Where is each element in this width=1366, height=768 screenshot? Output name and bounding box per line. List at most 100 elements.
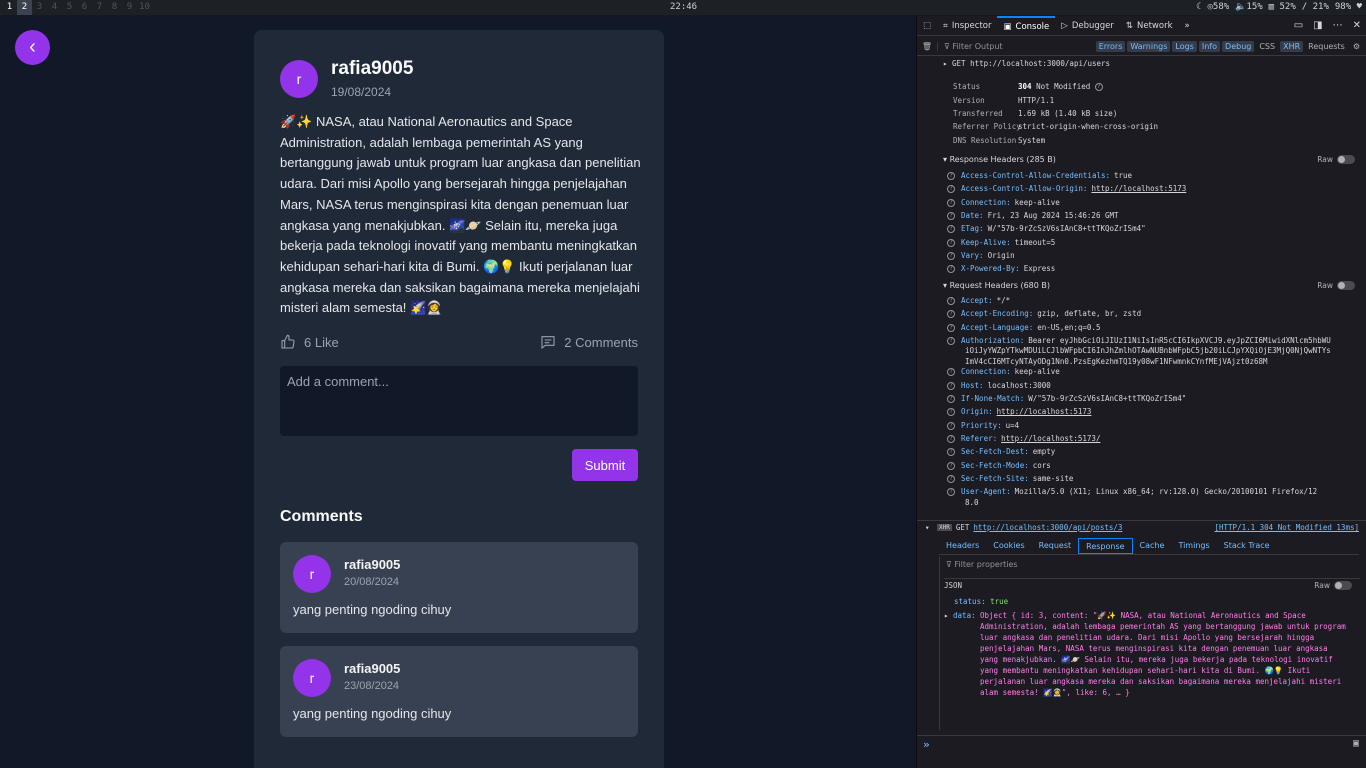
element-picker-icon[interactable]: ⬚ bbox=[917, 16, 937, 36]
help-icon[interactable]: ? bbox=[947, 421, 955, 430]
workspace-3[interactable]: 3 bbox=[32, 0, 47, 15]
help-icon[interactable]: ? bbox=[947, 310, 955, 319]
responsive-mode-icon[interactable]: ▭ bbox=[1294, 20, 1303, 31]
filter-logs[interactable]: Logs bbox=[1172, 40, 1197, 52]
json-data-line: Administration, adalah lembaga pemerinta… bbox=[980, 622, 1346, 631]
help-icon[interactable]: ? bbox=[947, 265, 955, 274]
xhr-request-row[interactable]: ▾ XHR GET http://localhost:3000/api/post… bbox=[917, 520, 1366, 534]
workspace-2[interactable]: 2 bbox=[17, 0, 32, 15]
help-icon[interactable]: ? bbox=[947, 323, 955, 332]
header-row: ? Priority: u=4 bbox=[947, 421, 1019, 430]
tab-cache[interactable]: Cache bbox=[1133, 538, 1172, 554]
filter-warnings[interactable]: Warnings bbox=[1127, 40, 1171, 52]
avatar: r bbox=[280, 60, 318, 98]
help-icon[interactable]: ? bbox=[947, 198, 955, 207]
workspace-7[interactable]: 7 bbox=[92, 0, 107, 15]
help-icon[interactable]: ? bbox=[947, 448, 955, 457]
filter-debug[interactable]: Debug bbox=[1222, 40, 1255, 52]
header-name: Access-Control-Allow-Credentials: bbox=[961, 171, 1111, 180]
header-value: gzip, deflate, br, zstd bbox=[1037, 309, 1142, 319]
workspace-10[interactable]: 10 bbox=[137, 0, 152, 15]
filter-output-input[interactable]: ⊽ Filter Output bbox=[937, 41, 1067, 51]
post-author: rafia9005 bbox=[331, 58, 414, 79]
help-icon[interactable]: ? bbox=[947, 238, 955, 247]
header-value: localhost:3000 bbox=[987, 380, 1051, 390]
tab-network[interactable]: ⇅ Network bbox=[1120, 16, 1179, 36]
help-icon[interactable]: ? bbox=[947, 185, 955, 194]
help-icon[interactable]: ? bbox=[947, 461, 955, 470]
header-row: ? Vary: Origin bbox=[947, 251, 1015, 260]
header-row: ? If-None-Match: W/"57b-9rZcSzV6sIAnC8+ttT… bbox=[947, 394, 1186, 403]
workspace-4[interactable]: 4 bbox=[47, 0, 62, 15]
response-json-panel: ⊽ Filter properties JSON Raw status: tru… bbox=[939, 557, 1360, 730]
response-headers-section[interactable]: ▾ Response Headers (285 B) Raw bbox=[943, 155, 1363, 168]
help-icon[interactable]: ? bbox=[947, 368, 955, 377]
tab-headers[interactable]: Headers bbox=[939, 538, 986, 554]
trash-icon[interactable]: 🗑 bbox=[917, 42, 937, 51]
workspace-5[interactable]: 5 bbox=[62, 0, 77, 15]
help-icon[interactable]: ? bbox=[947, 474, 955, 483]
help-icon[interactable]: ? bbox=[947, 381, 955, 390]
xhr-summary[interactable]: [HTTP/1.1 304 Not Modified 13ms] bbox=[1215, 523, 1360, 532]
close-icon[interactable]: ✕ bbox=[1353, 20, 1361, 31]
help-icon[interactable]: ? bbox=[947, 488, 955, 497]
console-input[interactable]: » ▣ bbox=[917, 735, 1366, 768]
help-icon[interactable]: ? bbox=[947, 172, 955, 180]
help-icon[interactable]: ? bbox=[947, 336, 955, 345]
tab-response[interactable]: Response bbox=[1078, 538, 1133, 554]
header-row: ? Accept-Language: en-US,en;q=0.5 bbox=[947, 323, 1100, 332]
header-row: ? Keep-Alive: timeout=5 bbox=[947, 238, 1055, 247]
raw-toggle[interactable]: Raw bbox=[1314, 581, 1352, 590]
comment-date: 20/08/2024 bbox=[344, 576, 400, 588]
workspace-9[interactable]: 9 bbox=[122, 0, 137, 15]
tab-request[interactable]: Request bbox=[1032, 538, 1079, 554]
filter-properties-input[interactable]: ⊽ Filter properties bbox=[946, 560, 1018, 569]
help-icon[interactable]: ? bbox=[947, 211, 955, 220]
more-tabs-icon[interactable]: » bbox=[1179, 16, 1196, 36]
dock-icon[interactable]: ◨ bbox=[1313, 20, 1322, 31]
settings-gear-icon[interactable]: ⚙ bbox=[1350, 41, 1363, 52]
help-icon[interactable]: ? bbox=[947, 395, 955, 403]
filter-css[interactable]: CSS bbox=[1256, 41, 1278, 52]
header-value: Mozilla/5.0 (X11; Linux x86_64; rv:128.0… bbox=[1014, 487, 1318, 497]
workspace-1[interactable]: 1 bbox=[2, 0, 17, 15]
more-options-icon[interactable]: ⋯ bbox=[1333, 20, 1343, 31]
tab-inspector[interactable]: ⌗ Inspector bbox=[937, 16, 997, 36]
tab-cookies[interactable]: Cookies bbox=[986, 538, 1031, 554]
json-data-row[interactable]: ▸ data: bbox=[944, 611, 976, 620]
tab-timings[interactable]: Timings bbox=[1171, 538, 1216, 554]
help-icon[interactable]: ? bbox=[947, 225, 955, 234]
xhr-url[interactable]: http://localhost:3000/api/posts/3 bbox=[973, 523, 1122, 532]
filter-requests[interactable]: Requests bbox=[1305, 41, 1348, 52]
help-icon[interactable]: ? bbox=[947, 434, 955, 443]
comment-input[interactable] bbox=[280, 366, 638, 436]
debugger-icon: ▷ bbox=[1061, 20, 1068, 31]
tab-debugger[interactable]: ▷ Debugger bbox=[1055, 16, 1120, 36]
workspace-8[interactable]: 8 bbox=[107, 0, 122, 15]
header-value: u=4 bbox=[1005, 420, 1020, 430]
header-value: empty bbox=[1032, 447, 1056, 457]
tab-console[interactable]: ▣ Console bbox=[997, 16, 1056, 36]
submit-button[interactable]: Submit bbox=[572, 449, 638, 481]
tab-stack-trace[interactable]: Stack Trace bbox=[1217, 538, 1277, 554]
comments-count[interactable]: 2 Comments bbox=[540, 334, 638, 350]
workspace-6[interactable]: 6 bbox=[77, 0, 92, 15]
filter-info[interactable]: Info bbox=[1198, 40, 1221, 52]
filter-xhr[interactable]: XHR bbox=[1280, 40, 1304, 52]
header-name: Authorization: bbox=[961, 335, 1025, 345]
like-button[interactable]: 6 Like bbox=[280, 334, 339, 350]
raw-toggle[interactable]: Raw bbox=[1317, 281, 1355, 290]
header-name: Accept: bbox=[961, 296, 993, 305]
help-icon[interactable]: ? bbox=[947, 408, 955, 417]
request-headers-section[interactable]: ▾ Request Headers (680 B) Raw bbox=[943, 281, 1363, 294]
filter-errors[interactable]: Errors bbox=[1095, 40, 1126, 52]
raw-toggle[interactable]: Raw bbox=[1317, 155, 1355, 164]
comments-heading: Comments bbox=[280, 508, 363, 525]
request-line[interactable]: ▸ GET http://localhost:3000/api/users bbox=[943, 59, 1110, 68]
system-tray: ☾ ◎58% 🔈15% ▥ 52% / 21% 98% ♥ bbox=[1196, 0, 1362, 15]
split-console-icon[interactable]: ▣ bbox=[1353, 738, 1359, 749]
help-icon[interactable]: ? bbox=[947, 297, 955, 305]
back-button[interactable]: ‹ bbox=[15, 30, 50, 65]
help-icon[interactable]: ? bbox=[947, 251, 955, 260]
json-label-row: JSON Raw bbox=[944, 578, 1360, 590]
